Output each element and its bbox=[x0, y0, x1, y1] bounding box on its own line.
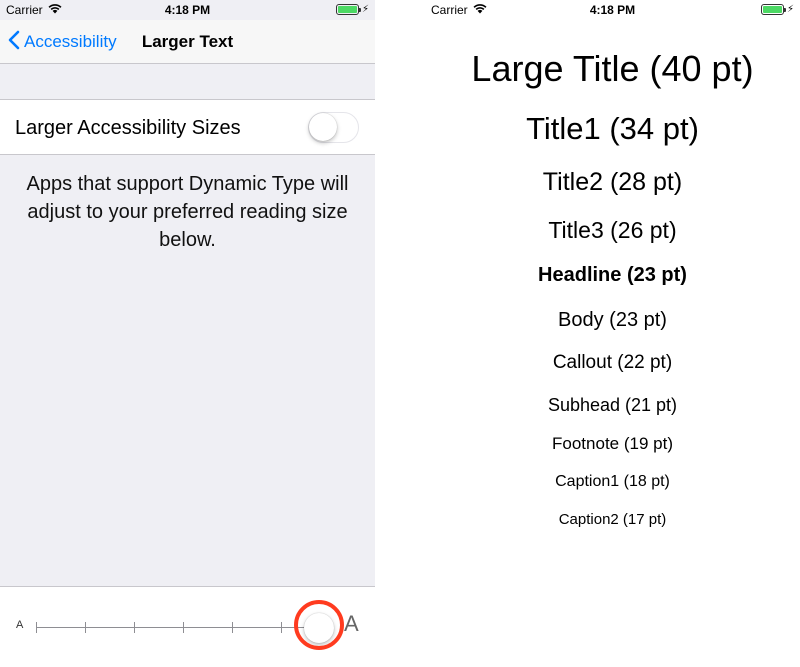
subhead-sample: Subhead (21 pt) bbox=[547, 395, 678, 415]
title3-sample: Title3 (26 pt) bbox=[548, 217, 677, 243]
slider-tick bbox=[281, 622, 282, 633]
dynamic-type-description: Apps that support Dynamic Type will adju… bbox=[26, 173, 349, 251]
larger-accessibility-row: Larger Accessibility Sizes bbox=[0, 99, 375, 155]
text-size-slider-panel: A A bbox=[0, 586, 375, 667]
status-bar: Carrier 4:18 PM ⚡ bbox=[425, 0, 800, 20]
battery-fill bbox=[762, 6, 782, 13]
battery-icon bbox=[335, 4, 361, 15]
status-time: 4:18 PM bbox=[589, 3, 636, 17]
text-size-slider-thumb[interactable] bbox=[304, 613, 334, 643]
charging-bolt-icon: ⚡ bbox=[786, 4, 794, 15]
battery-fill bbox=[337, 6, 357, 13]
title2-sample: Title2 (28 pt) bbox=[542, 168, 683, 196]
battery-indicator: ⚡ bbox=[760, 4, 794, 15]
slider-tick bbox=[232, 622, 233, 633]
slider-tick bbox=[36, 622, 37, 633]
larger-accessibility-label: Larger Accessibility Sizes bbox=[15, 117, 241, 139]
caption1-sample: Caption1 (18 pt) bbox=[555, 473, 670, 490]
battery-icon bbox=[760, 4, 786, 15]
footnote-sample: Footnote (19 pt) bbox=[552, 434, 673, 453]
left-screen: Carrier 4:18 PM ⚡ Accessibility Larger T… bbox=[0, 0, 375, 667]
right-screen: Carrier 4:18 PM ⚡ Large Title (40 pt) Ti… bbox=[425, 0, 800, 667]
battery-indicator: ⚡ bbox=[335, 4, 369, 15]
body-sample: Body (23 pt) bbox=[558, 309, 667, 331]
slider-tick bbox=[85, 622, 86, 633]
headline-sample: Headline (23 pt) bbox=[538, 264, 687, 286]
small-text-size-icon: A bbox=[16, 619, 24, 631]
text-size-slider-track[interactable] bbox=[36, 622, 318, 633]
status-time: 4:18 PM bbox=[164, 3, 211, 17]
slider-tick bbox=[134, 622, 135, 633]
status-bar: Carrier 4:18 PM ⚡ bbox=[0, 0, 375, 20]
toggle-knob bbox=[309, 113, 337, 141]
large-text-size-icon: A bbox=[344, 611, 359, 636]
page-title: Larger Text bbox=[141, 32, 234, 51]
larger-accessibility-toggle[interactable] bbox=[308, 112, 359, 143]
slider-tick bbox=[183, 622, 184, 633]
callout-sample: Callout (22 pt) bbox=[552, 352, 673, 373]
title1-sample: Title1 (34 pt) bbox=[526, 111, 699, 146]
large-title-sample: Large Title (40 pt) bbox=[471, 48, 754, 89]
caption2-sample: Caption2 (17 pt) bbox=[558, 511, 667, 528]
navigation-bar: Accessibility Larger Text bbox=[0, 20, 375, 64]
charging-bolt-icon: ⚡ bbox=[361, 4, 369, 15]
